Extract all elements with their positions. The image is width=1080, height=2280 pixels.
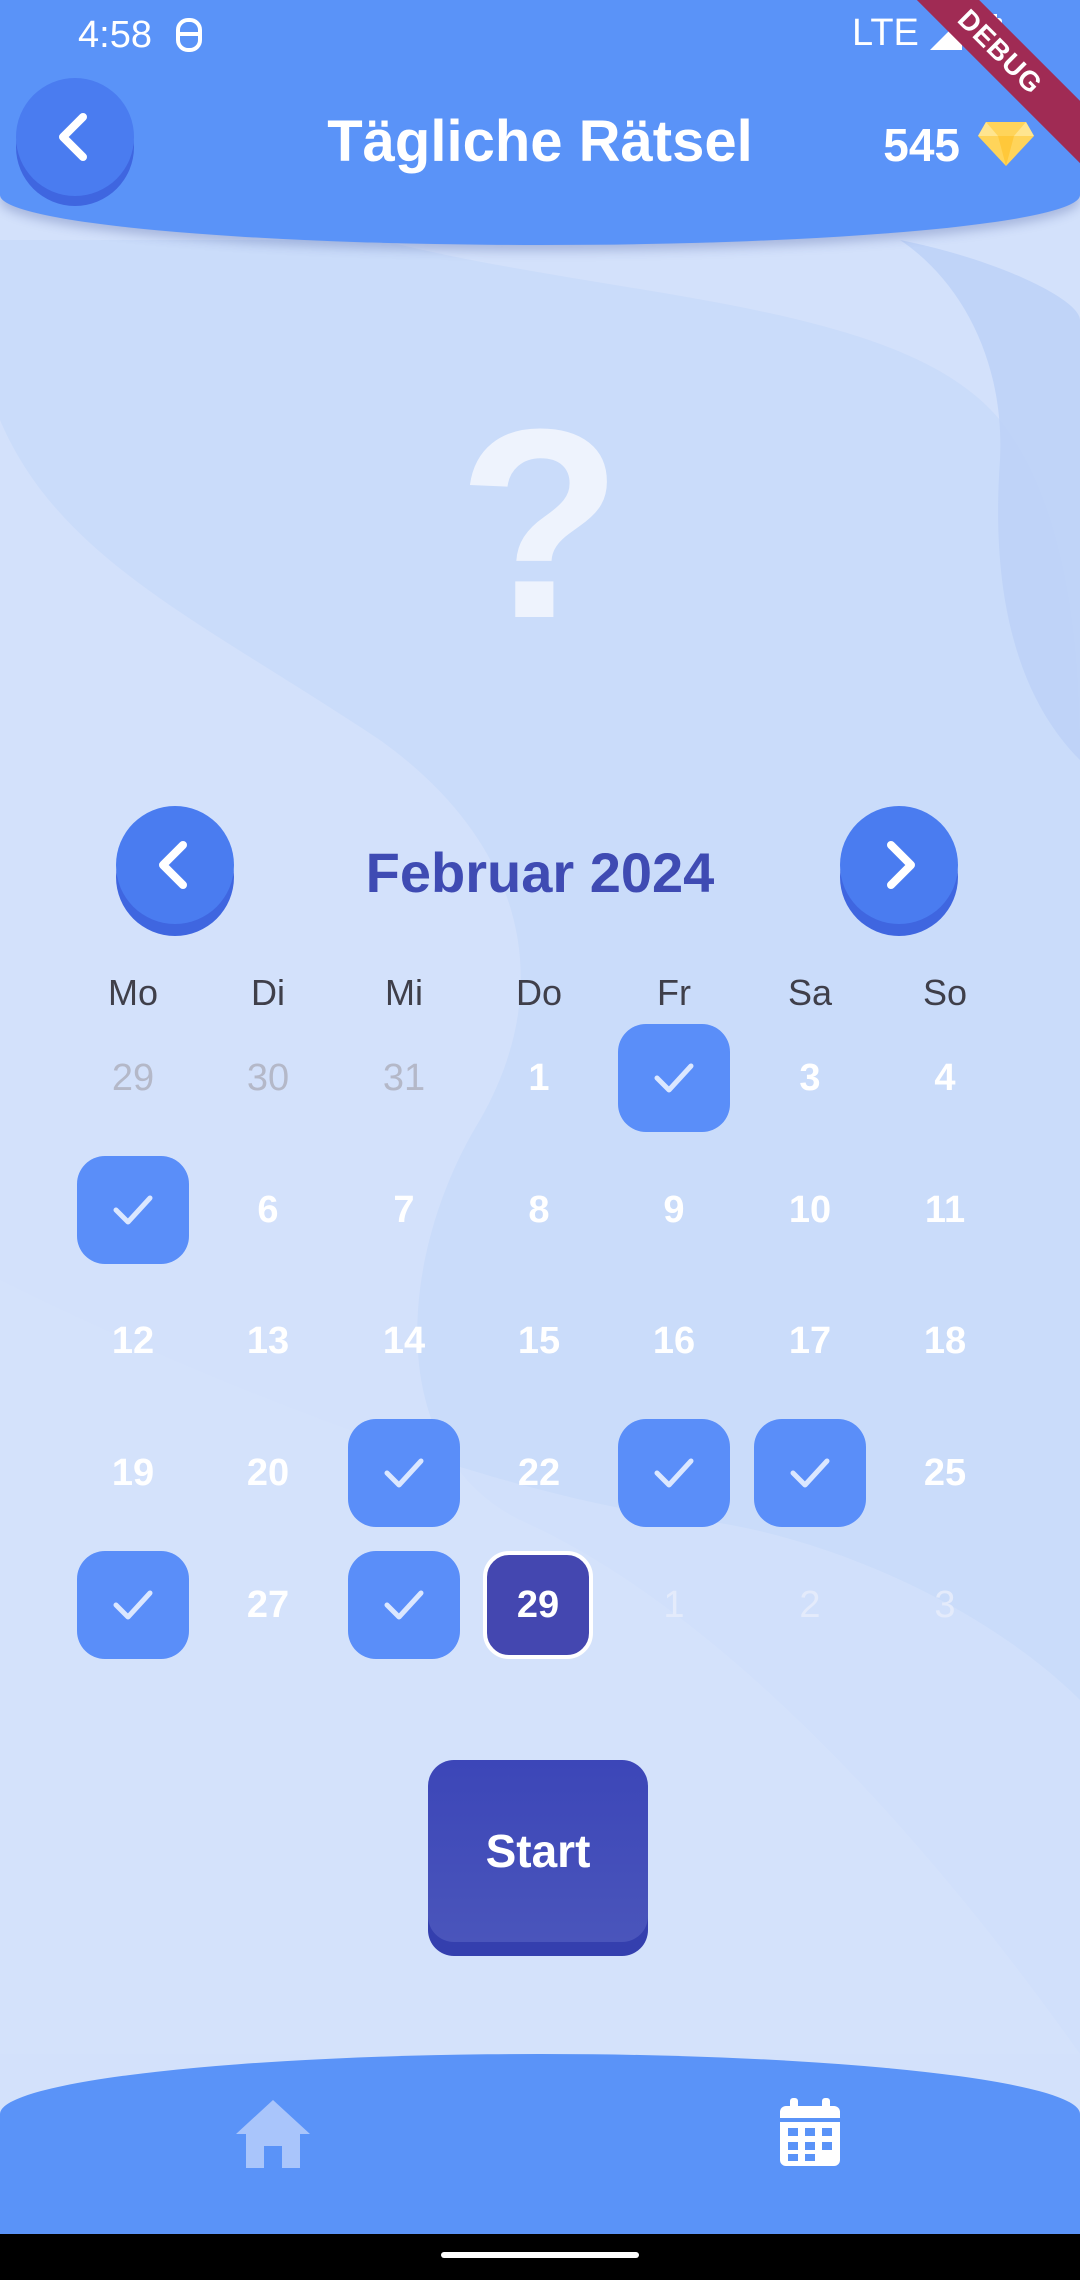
home-icon[interactable] <box>232 2096 314 2170</box>
calendar-day: 29 <box>111 1056 155 1099</box>
home-indicator[interactable] <box>441 2252 639 2258</box>
calendar-day[interactable]: 22 <box>483 1419 595 1527</box>
calendar-day[interactable]: 27 <box>212 1551 324 1659</box>
calendar-day[interactable]: 4 <box>889 1024 1001 1132</box>
checkmark-icon <box>384 1590 424 1620</box>
diamond-icon <box>978 122 1034 166</box>
calendar-day: 1 <box>663 1583 685 1626</box>
checkmark-icon <box>654 1063 694 1093</box>
weekday-label: Mi <box>385 972 423 1013</box>
calendar-day[interactable]: 13 <box>212 1287 324 1395</box>
mystery-symbol: ? <box>457 374 623 675</box>
calendar-day[interactable]: 6 <box>212 1156 324 1264</box>
chevron-right-icon <box>887 841 915 889</box>
status-bar: 4:58 LTE <box>0 0 1080 70</box>
weekday-label: So <box>922 972 968 1013</box>
calendar-day[interactable] <box>618 1419 730 1527</box>
calendar-day[interactable] <box>754 1419 866 1527</box>
calendar-icon[interactable] <box>776 2096 844 2170</box>
calendar-day[interactable]: 9 <box>618 1156 730 1264</box>
weekday-label: Sa <box>787 972 833 1013</box>
calendar-day: 3 <box>934 1583 956 1626</box>
calendar-day[interactable] <box>618 1024 730 1132</box>
calendar-day[interactable]: 17 <box>754 1287 866 1395</box>
calendar-day[interactable]: 14 <box>348 1287 460 1395</box>
calendar-day[interactable] <box>348 1551 460 1659</box>
alarm-icon <box>176 18 202 52</box>
weekday-header: Mo Di Mi Do Fr Sa So <box>0 972 1080 1022</box>
start-button[interactable]: Start <box>428 1760 648 1942</box>
calendar-day[interactable]: 3 <box>754 1024 866 1132</box>
calendar-day[interactable]: 10 <box>754 1156 866 1264</box>
calendar-day: 2 <box>799 1583 821 1626</box>
calendar-day[interactable]: 18 <box>889 1287 1001 1395</box>
status-time: 4:58 <box>78 14 152 56</box>
calendar-day[interactable]: 15 <box>483 1287 595 1395</box>
calendar-day[interactable]: 29 <box>483 1551 593 1659</box>
weekday-label: Mo <box>107 972 158 1013</box>
calendar-day[interactable] <box>77 1551 189 1659</box>
calendar-day[interactable]: 19 <box>77 1419 189 1527</box>
weekday-label: Di <box>251 972 285 1013</box>
calendar-day[interactable]: 20 <box>212 1419 324 1527</box>
gem-count: 545 <box>883 119 960 171</box>
weekday-label: Do <box>515 972 563 1013</box>
system-navigation-bar <box>0 2234 1080 2280</box>
calendar-day[interactable]: 25 <box>889 1419 1001 1527</box>
network-type: LTE <box>852 12 919 54</box>
calendar-day[interactable]: 11 <box>889 1156 1001 1264</box>
calendar-day[interactable] <box>77 1156 189 1264</box>
checkmark-icon <box>113 1195 153 1225</box>
calendar-day: 31 <box>382 1056 426 1099</box>
calendar-day[interactable] <box>348 1419 460 1527</box>
calendar-day[interactable]: 16 <box>618 1287 730 1395</box>
checkmark-icon <box>113 1590 153 1620</box>
calendar-day[interactable]: 7 <box>348 1156 460 1264</box>
calendar-day[interactable]: 1 <box>483 1024 595 1132</box>
checkmark-icon <box>654 1458 694 1488</box>
calendar-day: 30 <box>246 1056 290 1099</box>
checkmark-icon <box>384 1458 424 1488</box>
next-month-button[interactable] <box>840 806 958 924</box>
checkmark-icon <box>790 1458 830 1488</box>
weekday-label: Fr <box>657 972 691 1013</box>
calendar-day[interactable]: 8 <box>483 1156 595 1264</box>
bottom-navigation <box>0 2054 1080 2234</box>
calendar-day[interactable]: 12 <box>77 1287 189 1395</box>
